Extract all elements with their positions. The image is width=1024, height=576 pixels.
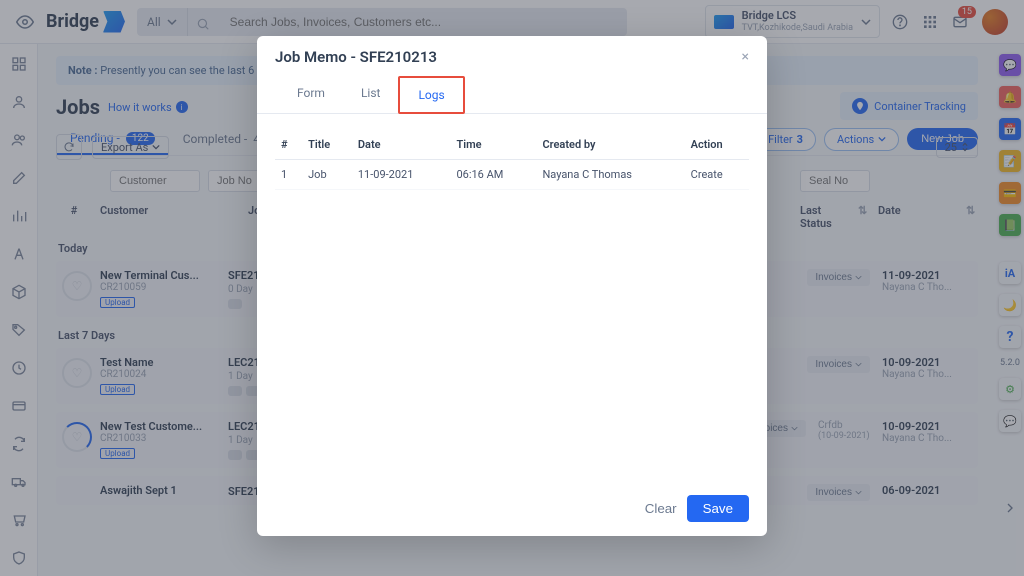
log-time: 06:16 AM (450, 160, 536, 190)
log-created-by: Nayana C Thomas (536, 160, 684, 190)
col-created-by: Created by (536, 130, 684, 160)
log-title: Job (302, 160, 352, 190)
save-button[interactable]: Save (687, 495, 749, 522)
modal-overlay[interactable]: Job Memo - SFE210213 × Form List Logs # … (0, 0, 1024, 576)
logs-table: # Title Date Time Created by Action 1 Jo… (275, 130, 749, 190)
log-hash: 1 (275, 160, 302, 190)
log-action: Create (685, 160, 749, 190)
modal-title: Job Memo - SFE210213 (275, 48, 437, 66)
modal-tab-form[interactable]: Form (279, 76, 343, 113)
log-date: 11-09-2021 (352, 160, 451, 190)
modal-tabs: Form List Logs (257, 76, 767, 114)
job-memo-modal: Job Memo - SFE210213 × Form List Logs # … (257, 36, 767, 536)
close-icon[interactable]: × (742, 49, 749, 65)
col-date: Date (352, 130, 451, 160)
clear-button[interactable]: Clear (645, 495, 677, 522)
col-hash: # (275, 130, 302, 160)
modal-tab-list[interactable]: List (343, 76, 399, 113)
col-time: Time (450, 130, 536, 160)
log-row: 1 Job 11-09-2021 06:16 AM Nayana C Thoma… (275, 160, 749, 190)
modal-tab-logs[interactable]: Logs (398, 76, 464, 114)
col-action: Action (685, 130, 749, 160)
col-title: Title (302, 130, 352, 160)
